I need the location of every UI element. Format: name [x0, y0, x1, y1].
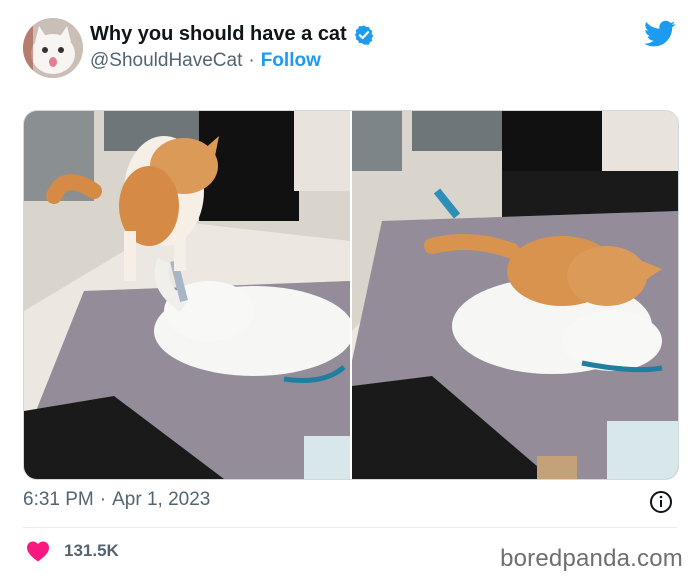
- like-button[interactable]: 131.5K: [26, 540, 119, 562]
- photo-left[interactable]: [24, 111, 350, 479]
- separator: ·: [248, 50, 255, 71]
- tweet-date: Apr 1, 2023: [112, 489, 211, 510]
- like-count: 131.5K: [64, 541, 119, 560]
- divider: [23, 527, 677, 528]
- twitter-bird-icon[interactable]: [644, 20, 676, 48]
- display-name-row: Why you should have a cat: [90, 23, 375, 46]
- verified-badge-icon: [354, 24, 373, 45]
- handle[interactable]: @ShouldHaveCat: [90, 50, 242, 72]
- cat-photo-left: [24, 111, 350, 479]
- photo-right[interactable]: [352, 111, 678, 479]
- cat-photo-right: [352, 111, 678, 479]
- heart-icon: [27, 541, 49, 562]
- avatar[interactable]: [23, 18, 83, 78]
- tweet-timestamp[interactable]: 6:31 PM · Apr 1, 2023: [23, 489, 210, 511]
- watermark: boredpanda.com: [500, 545, 683, 572]
- display-name[interactable]: Why you should have a cat: [90, 23, 347, 46]
- tweet-time: 6:31 PM: [23, 489, 94, 510]
- info-icon[interactable]: [649, 490, 673, 514]
- avatar-cat-image: [23, 18, 83, 78]
- timestamp-separator: ·: [99, 489, 107, 510]
- follow-button[interactable]: Follow: [261, 50, 321, 72]
- tweet-media[interactable]: [23, 110, 679, 480]
- handle-row: @ShouldHaveCat · Follow: [90, 50, 321, 72]
